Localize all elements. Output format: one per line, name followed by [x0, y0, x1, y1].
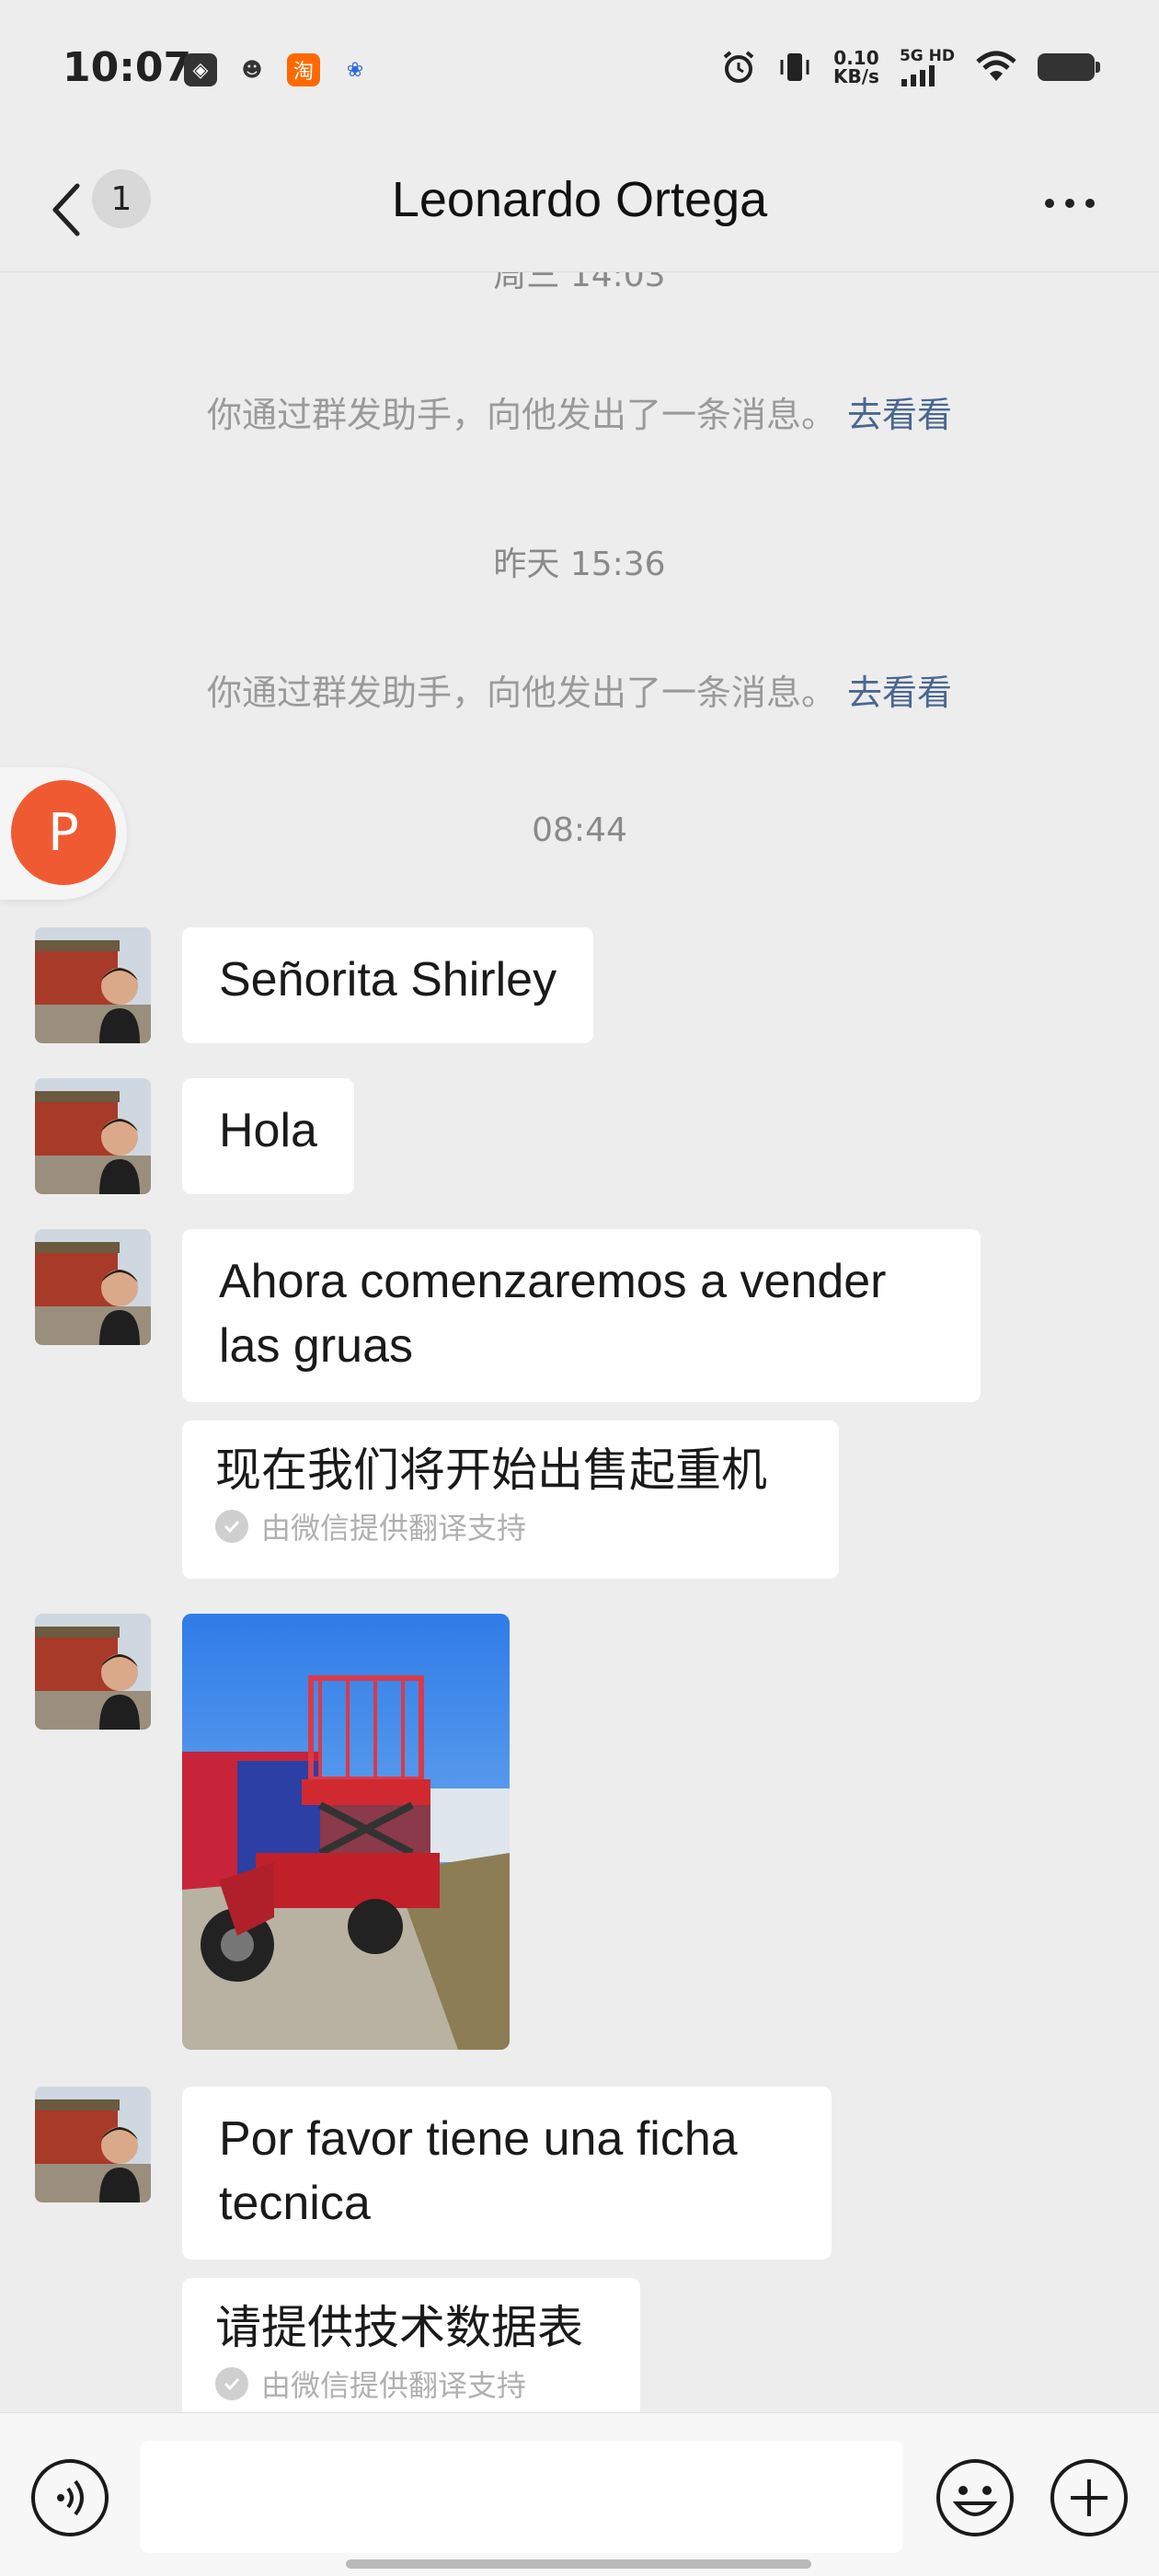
timestamp: 周三 14:03: [493, 272, 666, 294]
floating-assistant-bubble[interactable]: P: [0, 767, 127, 900]
translation-note-text: 由微信提供翻译支持: [261, 1511, 527, 1546]
plus-icon: [1050, 2459, 1128, 2536]
net-speed-value: 0.10: [833, 47, 879, 69]
translation-text: 现在我们将开始出售起重机: [215, 1443, 767, 1497]
message-bubble[interactable]: Hola: [182, 1078, 354, 1194]
system-message: 你通过群发助手，向他发出了一条消息。 去看看: [0, 664, 1159, 715]
status-time: 10:07: [63, 44, 192, 91]
alarm-icon: [723, 51, 754, 83]
translation-note-text: 由微信提供翻译支持: [261, 2368, 527, 2403]
dot-icon: [1065, 199, 1074, 208]
avatar-photo: [35, 1229, 151, 1345]
message-text: las gruas: [219, 1319, 413, 1373]
wifi-icon: [976, 51, 1016, 81]
net-speed: 0.10 KB/s: [833, 49, 879, 86]
timestamp: 08:44: [532, 811, 627, 849]
battery-icon: [1038, 53, 1100, 81]
app-icon-2: ☻: [241, 58, 263, 82]
avatar[interactable]: [35, 1229, 151, 1345]
taobao-icon: 淘: [287, 53, 320, 86]
check-icon: [215, 1510, 248, 1543]
translation-note: 由微信提供翻译支持: [215, 2363, 607, 2405]
translation-box[interactable]: 请提供技术数据表 由微信提供翻译支持: [182, 2278, 640, 2412]
translation-box[interactable]: 现在我们将开始出售起重机 由微信提供翻译支持: [182, 1420, 839, 1579]
view-link[interactable]: 去看看: [847, 395, 952, 435]
avatar[interactable]: [35, 927, 151, 1043]
dot-icon: [1085, 199, 1095, 208]
message-text: Ahora comenzaremos a vender: [219, 1255, 887, 1308]
avatar-photo: [35, 2087, 151, 2202]
net-speed-unit: KB/s: [833, 65, 879, 87]
app-icon-1: ◈: [184, 53, 217, 86]
avatar[interactable]: [35, 1078, 151, 1194]
dot-icon: [1045, 199, 1054, 208]
translation-note: 由微信提供翻译支持: [215, 1505, 806, 1547]
message-bubble[interactable]: Por favor tiene una ficha tecnica: [182, 2087, 832, 2260]
home-indicator[interactable]: [346, 2559, 811, 2569]
timestamp: 昨天 15:36: [493, 546, 666, 583]
message-text: Por favor tiene una ficha: [219, 2112, 738, 2166]
avatar[interactable]: [35, 1614, 151, 1730]
input-bar: [0, 2412, 1159, 2576]
baidu-icon: ❀: [346, 58, 364, 82]
more-functions-button[interactable]: [1049, 2457, 1130, 2538]
system-message-text: 你通过群发助手，向他发出了一条消息。: [206, 395, 836, 435]
image-message[interactable]: [182, 1614, 510, 2050]
avatar-photo: [35, 1614, 151, 1730]
check-icon: [215, 2367, 248, 2400]
tricycle-photo: [182, 1614, 510, 2050]
signal-icon: [901, 65, 935, 86]
network-type: 5G HD: [899, 47, 955, 65]
chat-area[interactable]: 周三 14:03 你通过群发助手，向他发出了一条消息。 去看看 昨天 15:36…: [0, 272, 1159, 2412]
voice-input-button[interactable]: [29, 2457, 110, 2538]
status-right: 0.10 KB/s 5G HD: [721, 48, 1100, 86]
message-text: tecnica: [219, 2177, 371, 2230]
more-options-button[interactable]: [1045, 190, 1109, 217]
page-title: Leonardo Ortega: [391, 172, 768, 227]
translation-text: 请提供技术数据表: [215, 2301, 583, 2354]
system-message-text: 你通过群发助手，向他发出了一条消息。: [206, 673, 836, 713]
message-input[interactable]: [140, 2441, 903, 2553]
avatar-photo: [35, 927, 151, 1043]
message-bubble[interactable]: Señorita Shirley: [182, 927, 594, 1043]
status-bar: 10:07 ◈ ☻ 淘 ❀ 0.10 KB/s 5G HD: [0, 0, 1159, 147]
emoji-icon: [936, 2459, 1014, 2536]
avatar-photo: [35, 1078, 151, 1194]
vibrate-icon: [780, 53, 809, 81]
message-bubble[interactable]: Ahora comenzaremos a vender las gruas: [182, 1229, 981, 1402]
system-message: 你通过群发助手，向他发出了一条消息。 去看看: [0, 386, 1159, 437]
status-app-icons: ◈ ☻ 淘 ❀: [184, 53, 372, 86]
view-link[interactable]: 去看看: [847, 673, 952, 713]
signal-group: 5G HD: [900, 48, 955, 86]
floating-badge-letter: P: [11, 780, 116, 885]
voice-icon: [31, 2459, 109, 2536]
avatar[interactable]: [35, 2087, 151, 2202]
emoji-button[interactable]: [935, 2457, 1016, 2538]
